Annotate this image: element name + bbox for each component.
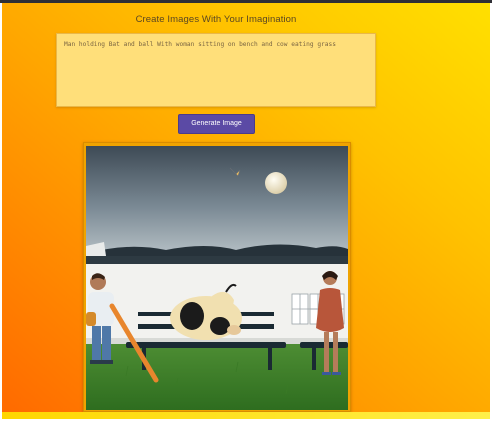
prompt-input[interactable]: Man holding Bat and ball With woman sitt… <box>56 33 376 107</box>
app-background: Create Images With Your Imagination Man … <box>2 3 490 412</box>
page-footer-strip <box>2 412 490 419</box>
grass <box>86 344 348 410</box>
ball <box>265 172 287 194</box>
page-title: Create Images With Your Imagination <box>135 14 297 25</box>
generated-image <box>86 146 348 410</box>
sky <box>86 146 348 258</box>
generate-image-button[interactable]: Generate Image <box>178 114 255 134</box>
generated-image-frame <box>83 142 351 412</box>
